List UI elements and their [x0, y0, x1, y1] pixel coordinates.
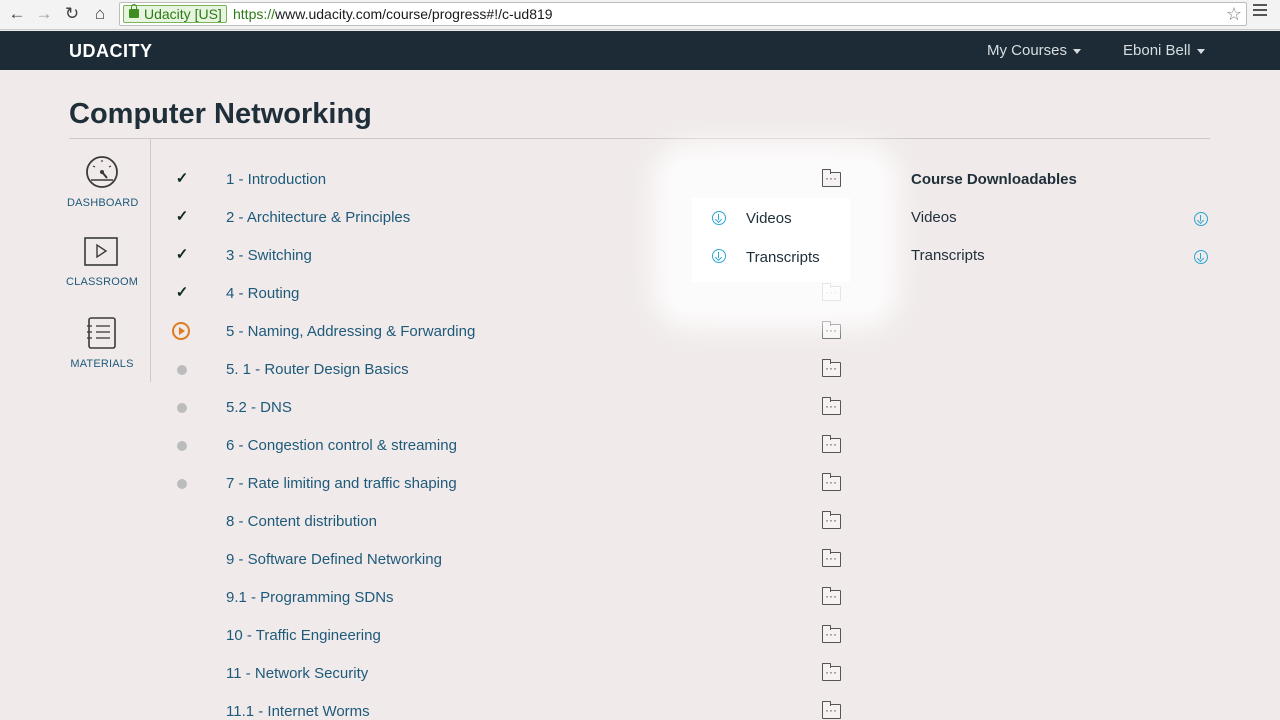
url-scheme: https://	[233, 6, 276, 22]
lesson-row[interactable]: 7 - Rate limiting and traffic shaping	[160, 465, 860, 503]
secure-label: Udacity [US]	[144, 6, 222, 22]
lesson-link[interactable]: 9.1 - Programming SDNs	[226, 589, 394, 606]
folder-icon[interactable]	[822, 625, 841, 643]
popup-videos-option[interactable]: Videos	[692, 199, 850, 237]
site-header: UDACITY My Courses Eboni Bell	[0, 31, 1280, 70]
downloadable-transcripts[interactable]: Transcripts	[911, 247, 1211, 269]
popup-transcripts-option[interactable]: Transcripts	[692, 238, 850, 276]
lesson-link[interactable]: 9 - Software Defined Networking	[226, 551, 442, 568]
folder-icon[interactable]	[822, 397, 841, 415]
lesson-row[interactable]: 5 - Naming, Addressing & Forwarding	[160, 313, 860, 351]
lesson-row[interactable]: 9 - Software Defined Networking	[160, 541, 860, 579]
reload-icon[interactable]: ↻	[61, 3, 83, 25]
folder-icon[interactable]	[822, 701, 841, 719]
speedometer-icon	[86, 156, 118, 188]
home-icon[interactable]: ⌂	[89, 3, 111, 25]
folder-icon[interactable]	[822, 473, 841, 491]
lesson-row[interactable]: 11 - Network Security	[160, 655, 860, 693]
nav-dashboard[interactable]: DASHBOARD	[67, 154, 139, 209]
left-nav-divider	[150, 139, 151, 382]
lesson-link[interactable]: 11 - Network Security	[226, 665, 368, 682]
folder-icon[interactable]	[822, 511, 841, 529]
not-started-dot-icon	[174, 361, 190, 377]
user-name: Eboni Bell	[1123, 42, 1191, 59]
download-icon[interactable]	[1194, 212, 1208, 226]
downloadable-videos[interactable]: Videos	[911, 209, 1211, 231]
not-started-dot-icon	[174, 475, 190, 491]
not-started-dot-icon	[174, 399, 190, 415]
lesson-row[interactable]: 10 - Traffic Engineering	[160, 617, 860, 655]
downloads-popup: Videos Transcripts	[692, 198, 850, 282]
udacity-logo[interactable]: UDACITY	[69, 41, 153, 62]
nav-materials-label: MATERIALS	[70, 358, 134, 370]
my-courses-menu[interactable]: My Courses	[987, 42, 1082, 59]
download-icon	[712, 249, 726, 263]
title-divider	[69, 138, 1210, 139]
secure-badge[interactable]: Udacity [US]	[123, 4, 227, 23]
popup-transcripts-label: Transcripts	[746, 249, 820, 266]
lesson-status: ✓	[175, 208, 189, 225]
browser-toolbar: ← → ↻ ⌂ Udacity [US] https://www.udacity…	[0, 0, 1280, 30]
my-courses-label: My Courses	[987, 42, 1068, 59]
forward-arrow-icon[interactable]: →	[33, 3, 55, 25]
lesson-link[interactable]: 5 - Naming, Addressing & Forwarding	[226, 323, 475, 340]
lesson-link[interactable]: 1 - Introduction	[226, 171, 326, 188]
lesson-status: ✓	[175, 246, 189, 263]
not-started-dot-icon	[174, 437, 190, 453]
lesson-link[interactable]: 10 - Traffic Engineering	[226, 627, 381, 644]
lesson-row[interactable]: 5. 1 - Router Design Basics	[160, 351, 860, 389]
nav-materials[interactable]: MATERIALS	[67, 317, 137, 370]
lesson-link[interactable]: 5. 1 - Router Design Basics	[226, 361, 409, 378]
downloadable-transcripts-label: Transcripts	[911, 247, 985, 264]
caret-down-icon	[1196, 48, 1205, 54]
back-arrow-icon[interactable]: ←	[6, 3, 28, 25]
downloadable-videos-label: Videos	[911, 209, 957, 226]
course-downloadables-heading: Course Downloadables	[911, 171, 1077, 188]
lock-icon	[129, 4, 139, 18]
address-bar[interactable]: Udacity [US] https://www.udacity.com/cou…	[119, 2, 1247, 26]
lesson-link[interactable]: 6 - Congestion control & streaming	[226, 437, 457, 454]
bookmark-star-icon[interactable]: ☆	[1226, 3, 1242, 25]
page-title: Computer Networking	[69, 98, 372, 130]
lesson-link[interactable]: 8 - Content distribution	[226, 513, 377, 530]
in-progress-play-icon	[172, 322, 190, 340]
caret-down-icon	[1073, 48, 1082, 54]
lesson-link[interactable]: 3 - Switching	[226, 247, 312, 264]
lesson-link[interactable]: 11.1 - Internet Worms	[226, 703, 370, 720]
nav-classroom[interactable]: CLASSROOM	[66, 237, 139, 288]
lesson-row[interactable]: 9.1 - Programming SDNs	[160, 579, 860, 617]
lesson-link[interactable]: 4 - Routing	[226, 285, 299, 302]
folder-icon[interactable]	[822, 359, 841, 377]
lesson-row[interactable]: 6 - Congestion control & streaming	[160, 427, 860, 465]
lesson-row[interactable]: 11.1 - Internet Worms	[160, 693, 860, 720]
user-menu[interactable]: Eboni Bell	[1123, 42, 1205, 59]
play-screen-icon	[84, 237, 118, 266]
notebook-icon	[87, 317, 116, 349]
lesson-status: ✓	[175, 170, 189, 187]
url-text[interactable]: https://www.udacity.com/course/progress#…	[233, 5, 553, 23]
download-icon[interactable]	[1194, 250, 1208, 264]
lesson-link[interactable]: 5.2 - DNS	[226, 399, 292, 416]
folder-icon[interactable]	[822, 587, 841, 605]
folder-icon[interactable]	[822, 321, 841, 339]
folder-icon[interactable]	[822, 663, 841, 681]
url-rest: www.udacity.com/course/progress#!/c-ud81…	[275, 6, 553, 22]
lesson-link[interactable]: 2 - Architecture & Principles	[226, 209, 410, 226]
lesson-row[interactable]: 5.2 - DNS	[160, 389, 860, 427]
lesson-link[interactable]: 7 - Rate limiting and traffic shaping	[226, 475, 457, 492]
nav-classroom-label: CLASSROOM	[66, 276, 139, 288]
lesson-row[interactable]: 8 - Content distribution	[160, 503, 860, 541]
popup-videos-label: Videos	[746, 210, 792, 227]
folder-icon[interactable]	[822, 435, 841, 453]
download-icon	[712, 211, 726, 225]
folder-icon[interactable]	[822, 549, 841, 567]
browser-menu-icon[interactable]	[1253, 4, 1267, 18]
nav-dashboard-label: DASHBOARD	[67, 197, 139, 209]
lesson-status: ✓	[175, 284, 189, 301]
